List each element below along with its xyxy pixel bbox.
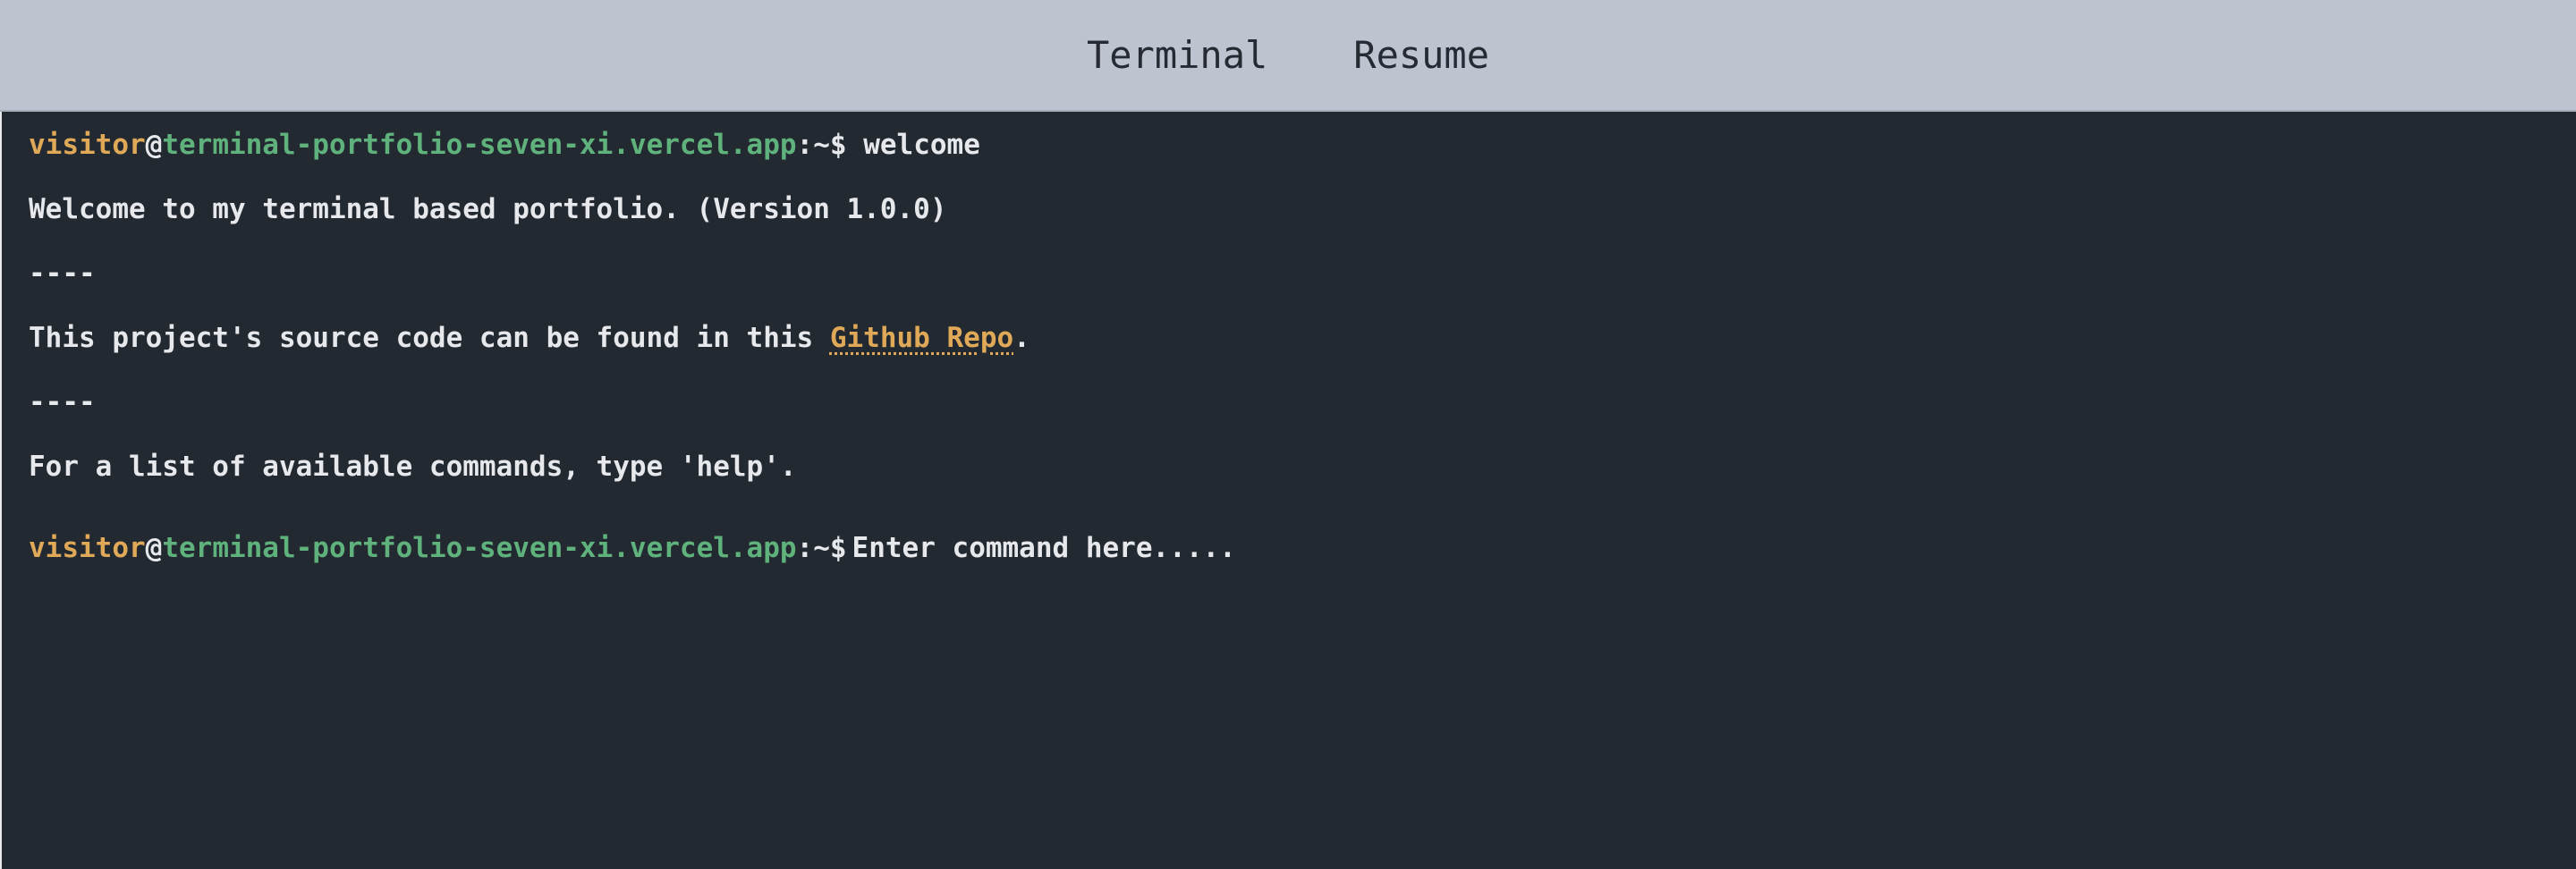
terminal-portfolio-page: Terminal Resume visitor@terminal-portfol… (0, 0, 2576, 869)
prompt-user: visitor (29, 129, 146, 161)
source-line: This project's source code can be found … (29, 325, 1030, 352)
top-nav-bar: Terminal Resume (0, 0, 2576, 112)
command-input[interactable] (852, 532, 2105, 564)
welcome-line: Welcome to my terminal based portfolio. … (29, 193, 947, 225)
divider-1: ---- (29, 257, 96, 290)
prompt-path: :~$ (796, 532, 847, 564)
tab-resume[interactable]: Resume (1353, 36, 1489, 74)
prompt-host: terminal-portfolio-seven-xi.vercel.app (162, 129, 797, 161)
source-suffix: . (1013, 322, 1030, 354)
active-prompt-line: visitor@terminal-portfolio-seven-xi.verc… (29, 532, 2105, 564)
history-command: welcome (863, 129, 980, 161)
window-left-border (0, 112, 2, 869)
prompt-at: @ (145, 129, 163, 161)
history-prompt-line: visitor@terminal-portfolio-seven-xi.verc… (29, 131, 980, 159)
prompt-user: visitor (29, 532, 146, 564)
prompt-path: :~$ (796, 129, 847, 161)
source-prefix: This project's source code can be found … (29, 322, 830, 354)
prompt-host: terminal-portfolio-seven-xi.vercel.app (162, 532, 797, 564)
tab-terminal[interactable]: Terminal (1087, 36, 1267, 74)
prompt-at: @ (145, 532, 163, 564)
help-hint-line: For a list of available commands, type '… (29, 451, 797, 483)
github-repo-link[interactable]: Github Repo (830, 322, 1013, 354)
divider-2: ---- (29, 386, 96, 418)
